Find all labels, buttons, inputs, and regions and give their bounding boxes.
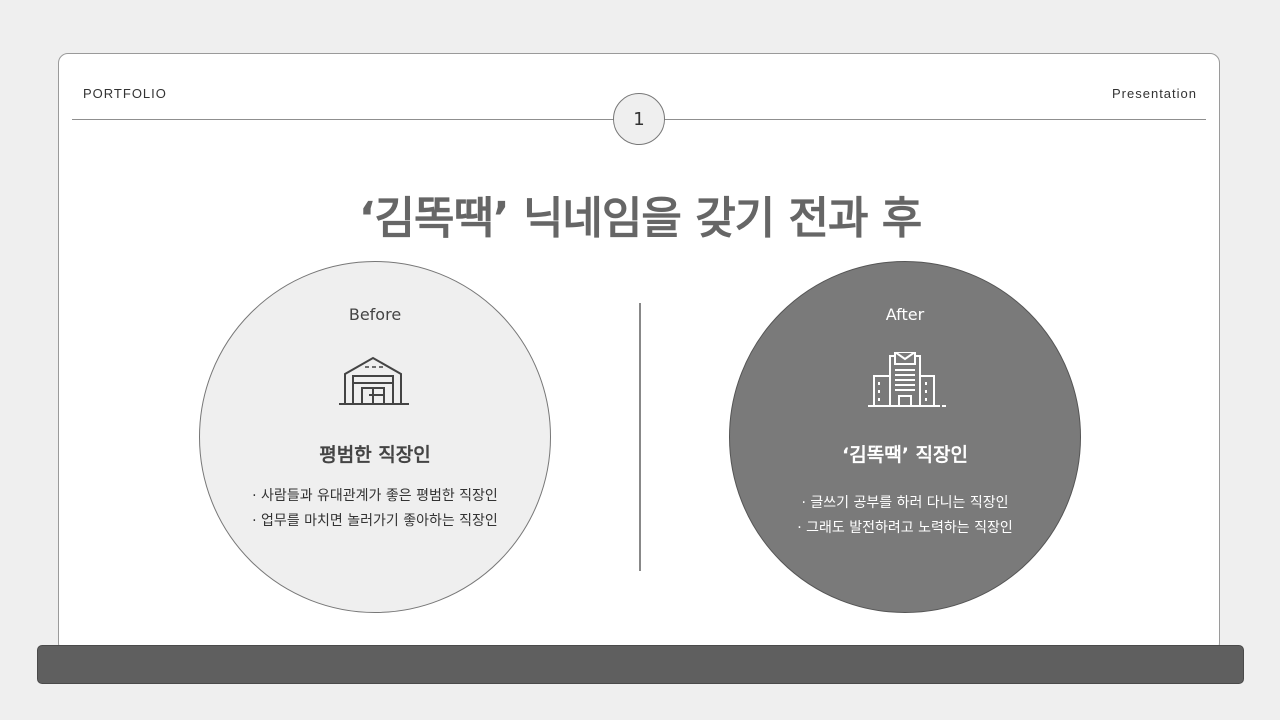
header-left-label: PORTFOLIO	[83, 86, 167, 101]
office-building-icon	[864, 351, 946, 416]
warehouse-icon	[339, 354, 411, 414]
after-circle: After ‘김똑땍’ 직장인 · 글쓰기 공부를 하러 다니는 직장인 · 그…	[729, 261, 1081, 613]
before-list: · 사람들과 유대관계가 좋은 평범한 직장인 · 업무를 마치면 놀러가기 좋…	[200, 484, 550, 534]
before-circle: Before 평범한 직장인 · 사람들과 유대관계가 좋은 평범한 직장인 ·…	[199, 261, 551, 613]
before-label: Before	[348, 305, 402, 324]
center-divider	[639, 303, 641, 571]
after-label: After	[885, 305, 925, 324]
page-number-badge: 1	[613, 93, 665, 145]
before-heading: 평범한 직장인	[319, 444, 431, 466]
after-heading: ‘김똑땍’ 직장인	[842, 444, 968, 466]
after-list: · 글쓰기 공부를 하러 다니는 직장인 · 그래도 발전하려고 노력하는 직장…	[730, 491, 1080, 541]
before-list-item: · 업무를 마치면 놀러가기 좋아하는 직장인	[252, 513, 498, 529]
after-list-item: · 그래도 발전하려고 노력하는 직장인	[797, 520, 1013, 536]
bottom-bar	[37, 645, 1244, 684]
header-right-label: Presentation	[1112, 86, 1197, 101]
after-list-item: · 글쓰기 공부를 하러 다니는 직장인	[801, 495, 1009, 511]
page-title: ‘김똑땍’ 닉네임을 갖기 전과 후	[358, 193, 922, 244]
before-list-item: · 사람들과 유대관계가 좋은 평범한 직장인	[252, 488, 498, 504]
